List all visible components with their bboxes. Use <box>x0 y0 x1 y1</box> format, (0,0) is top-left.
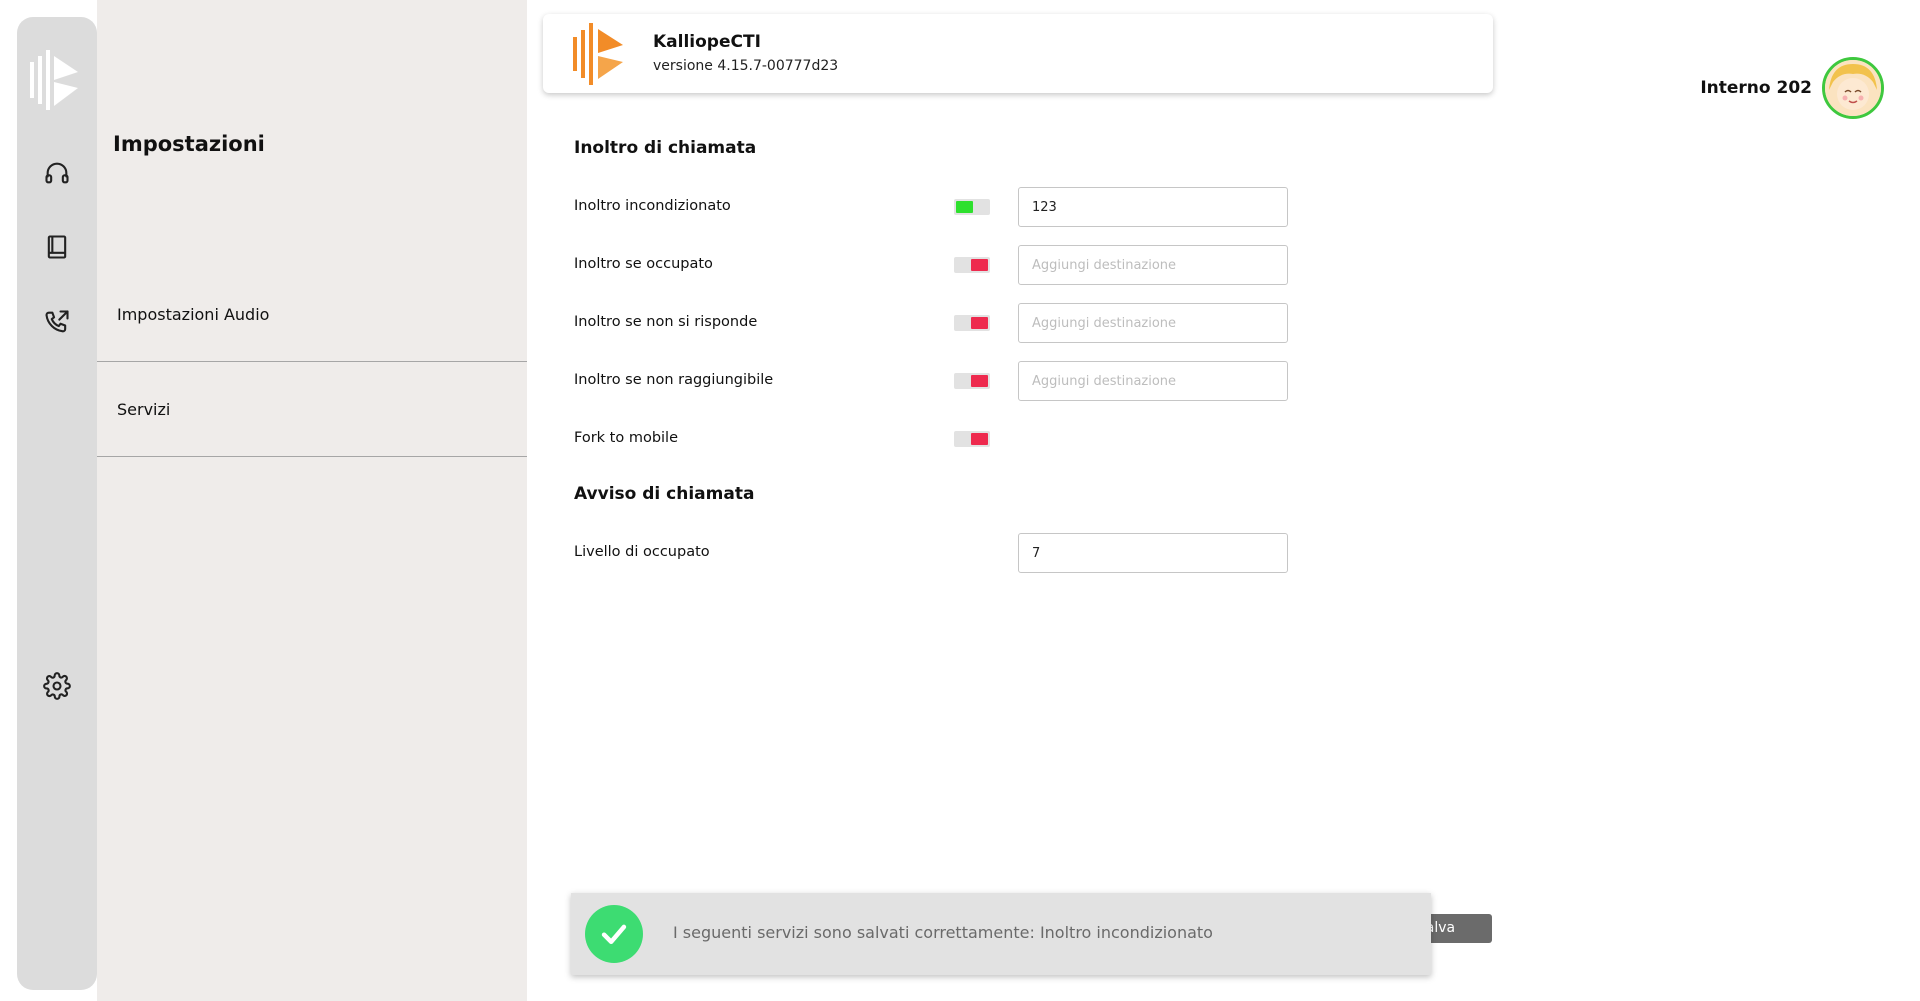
menu-item-label: Impostazioni Audio <box>117 305 270 324</box>
no-answer-forward-label: Inoltro se non si risponde <box>574 314 758 330</box>
icon-rail <box>17 17 97 990</box>
unconditional-forward-input[interactable] <box>1018 187 1288 227</box>
fork-to-mobile-toggle[interactable] <box>954 431 990 447</box>
forwarding-section-title: Inoltro di chiamata <box>574 138 757 158</box>
menu-item-servizi[interactable]: Servizi <box>97 363 527 457</box>
unreachable-forward-toggle[interactable] <box>954 373 990 389</box>
unconditional-forward-label: Inoltro incondizionato <box>574 198 731 214</box>
settings-panel: Impostazioni Impostazioni Audio Servizi <box>97 0 527 1001</box>
unreachable-forward-input[interactable] <box>1018 361 1288 401</box>
menu-item-impostazioni-audio[interactable]: Impostazioni Audio <box>97 268 527 362</box>
check-circle-icon <box>585 905 643 963</box>
panel-title: Impostazioni <box>113 132 265 156</box>
no-answer-forward-input[interactable] <box>1018 303 1288 343</box>
toast-message: I seguenti servizi sono salvati corretta… <box>673 923 1213 942</box>
fork-to-mobile-label: Fork to mobile <box>574 430 679 446</box>
busy-forward-label: Inoltro se occupato <box>574 256 713 272</box>
app-name: KalliopeCTI <box>653 32 761 52</box>
busy-level-label: Livello di occupato <box>574 544 710 560</box>
busy-level-input[interactable] <box>1018 533 1288 573</box>
busy-forward-toggle[interactable] <box>954 257 990 273</box>
avatar[interactable] <box>1822 57 1884 119</box>
busy-forward-input[interactable] <box>1018 245 1288 285</box>
user-info[interactable]: Interno 202 <box>1700 57 1884 119</box>
unreachable-forward-label: Inoltro se non raggiungibile <box>574 372 774 388</box>
success-toast[interactable]: I seguenti servizi sono salvati corretta… <box>571 893 1431 975</box>
user-name: Interno 202 <box>1700 78 1812 98</box>
gear-icon[interactable] <box>41 670 73 702</box>
app-info-card: KalliopeCTI versione 4.15.7-00777d23 <box>543 14 1493 93</box>
no-answer-forward-toggle[interactable] <box>954 315 990 331</box>
menu-item-label: Servizi <box>117 400 171 419</box>
phone-forward-icon[interactable] <box>41 306 73 338</box>
app-version: versione 4.15.7-00777d23 <box>653 58 839 74</box>
unconditional-forward-toggle[interactable] <box>954 199 990 215</box>
headset-icon[interactable] <box>41 157 73 189</box>
kalliope-logo-icon[interactable] <box>28 50 84 110</box>
call-waiting-section-title: Avviso di chiamata <box>574 484 755 504</box>
book-icon[interactable] <box>41 231 73 263</box>
kalliope-logo-icon <box>571 23 631 85</box>
